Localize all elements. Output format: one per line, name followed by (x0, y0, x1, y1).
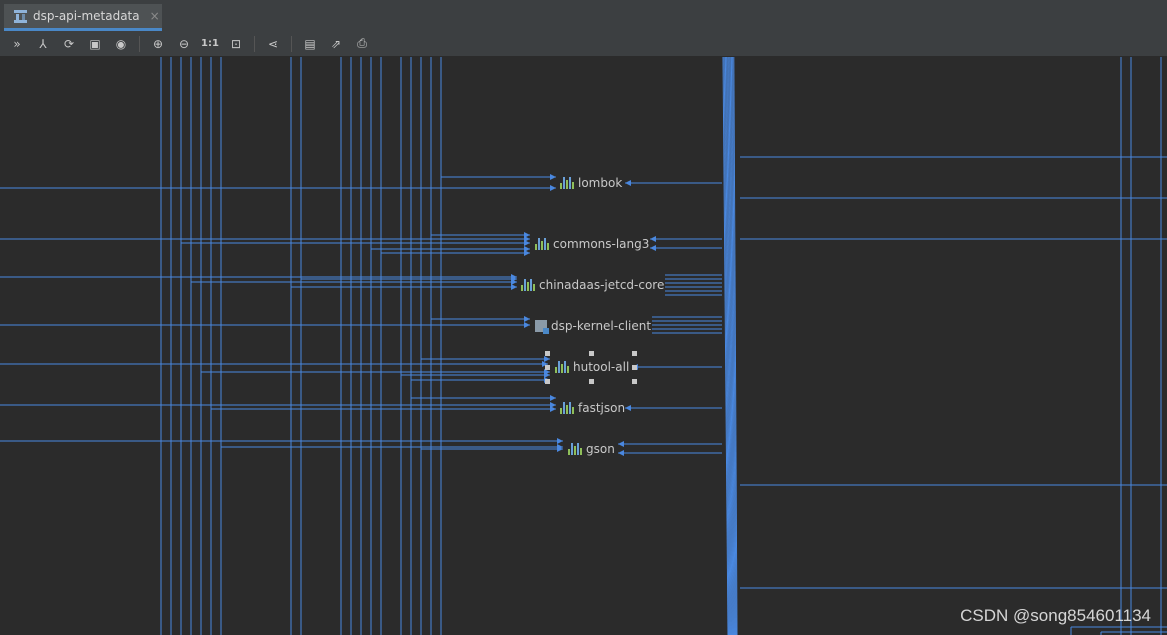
collapse-icon[interactable]: » (6, 34, 28, 54)
library-icon (568, 443, 582, 455)
node-dsp-kernel-client[interactable]: dsp-kernel-client (535, 319, 652, 334)
edge-arrow (625, 405, 631, 411)
save-icon[interactable]: ▤ (299, 34, 321, 54)
module-icon (535, 320, 549, 334)
node-label: gson (586, 442, 615, 456)
actual-size-button[interactable]: 1:1 (199, 34, 221, 54)
library-icon (560, 402, 574, 414)
edge-arrow (550, 174, 556, 180)
fit-page-icon[interactable]: ⊡ (225, 34, 247, 54)
library-icon (535, 238, 549, 250)
selection-handle[interactable] (589, 379, 594, 384)
tab-close-button[interactable]: × (150, 9, 160, 23)
selection-handle[interactable] (545, 351, 550, 356)
edge-arrow (625, 180, 631, 186)
edge-arrow (511, 284, 517, 290)
editor-tab-bar: dsp-api-metadata × (0, 0, 1167, 32)
node-fastjson[interactable]: fastjson (560, 401, 625, 415)
node-lombok[interactable]: lombok (560, 176, 622, 190)
node-label: commons-lang3 (553, 237, 650, 251)
node-label: chinadaas-jetcd-core (539, 278, 665, 292)
selection-handle[interactable] (589, 351, 594, 356)
edge-arrow (524, 316, 530, 322)
edge-arrow (524, 322, 530, 328)
refresh-icon[interactable]: ⟳ (58, 34, 80, 54)
toolbar-separator (254, 35, 255, 52)
fit-content-icon[interactable]: ▣ (84, 34, 106, 54)
hierarchy-icon[interactable]: ⅄ (32, 34, 54, 54)
node-hutool-all[interactable]: hutool-all (555, 360, 629, 374)
watermark: CSDN @song854601134 (960, 606, 1151, 625)
edge-arrow (557, 438, 563, 444)
dependency-edges (0, 57, 1167, 635)
edge-arrow (618, 441, 624, 447)
layout-icon[interactable]: ⋖ (262, 34, 284, 54)
edge-arrow (618, 450, 624, 456)
tab-dsp-api-metadata[interactable]: dsp-api-metadata × (4, 4, 162, 31)
selection-handle[interactable] (545, 379, 550, 384)
zoom-out-icon[interactable]: ⊖ (173, 34, 195, 54)
edge-arrow (550, 406, 556, 412)
view-icon[interactable]: ◉ (110, 34, 132, 54)
edge-arrow (650, 245, 656, 251)
print-icon[interactable]: ⎙ (351, 34, 373, 54)
selection-handle[interactable] (632, 365, 637, 370)
edge-arrow (550, 395, 556, 401)
export-icon[interactable]: ⇗ (325, 34, 347, 54)
toolbar-separator (291, 35, 292, 52)
node-commons-lang3[interactable]: commons-lang3 (535, 237, 649, 251)
node-label: hutool-all (573, 360, 630, 374)
selection-handle[interactable] (632, 379, 637, 384)
edge-arrow (524, 240, 530, 246)
diagram-canvas[interactable]: lombok commons-lang3 chinadaas-jetcd-cor… (0, 57, 1167, 635)
node-label: dsp-kernel-client (551, 319, 652, 333)
edge-arrow (524, 232, 530, 238)
edge-arrow (544, 356, 550, 362)
node-gson[interactable]: gson (568, 442, 615, 456)
edge-arrow (524, 250, 530, 256)
toolbar-separator (139, 35, 140, 52)
diagram-toolbar: » ⅄ ⟳ ▣ ◉ ⊕ ⊖ 1:1 ⊡ ⋖ ▤ ⇗ ⎙ (0, 31, 1167, 57)
node-label: lombok (578, 176, 623, 190)
node-chinadaas-jetcd-core[interactable]: chinadaas-jetcd-core (521, 278, 664, 292)
library-icon (521, 279, 535, 291)
node-label: fastjson (578, 401, 626, 415)
selection-handle[interactable] (545, 365, 550, 370)
tab-title: dsp-api-metadata (33, 9, 140, 23)
diagram-icon (14, 9, 27, 23)
library-icon (555, 361, 569, 373)
library-icon (560, 177, 574, 189)
edge-arrow (550, 185, 556, 191)
zoom-in-icon[interactable]: ⊕ (147, 34, 169, 54)
edge-arrow (650, 236, 656, 242)
selection-handle[interactable] (632, 351, 637, 356)
